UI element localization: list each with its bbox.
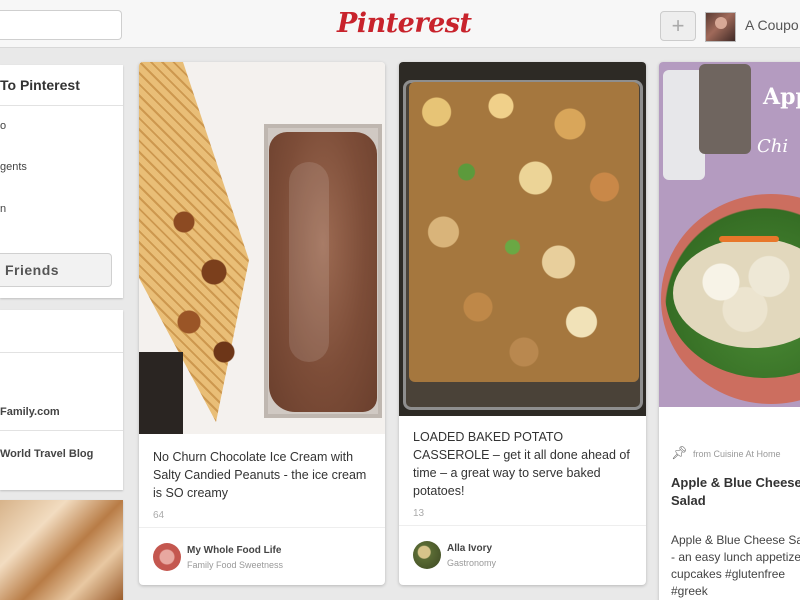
pin-source[interactable]: from Cuisine At Home (693, 449, 781, 459)
divider (399, 525, 646, 526)
user-name-link[interactable]: A Coupo (745, 17, 799, 33)
pin-card[interactable]: LOADED BAKED POTATO CASSEROLE – get it a… (399, 62, 646, 585)
user-avatar[interactable] (705, 12, 736, 42)
search-input[interactable] (0, 10, 122, 40)
divider (0, 430, 123, 431)
pinner-avatar[interactable] (153, 543, 181, 571)
welcome-title: To Pinterest (0, 77, 80, 93)
pin-image-casserole[interactable] (399, 62, 646, 416)
pinner-avatar[interactable] (413, 541, 441, 569)
pushpin-icon: 📌︎ (671, 445, 688, 460)
pin-description: LOADED BAKED POTATO CASSEROLE – get it a… (413, 430, 630, 498)
pin-card[interactable]: Apple Chi 📌︎ from Cuisine At Home Apple … (659, 62, 800, 600)
pin-description: Apple & Blue Cheese Salad - an easy lunc… (671, 533, 800, 598)
pan-graphic (139, 352, 183, 434)
ice-cream-graphic (269, 132, 377, 412)
divider (139, 527, 385, 528)
add-pin-button[interactable]: + (660, 11, 696, 41)
divider (0, 105, 123, 106)
pin-title[interactable]: Apple & Blue Cheese Salad (671, 474, 800, 510)
potatoes-graphic (409, 82, 639, 382)
pin-board-name[interactable]: Family Food Sweetness (187, 560, 283, 570)
divider (0, 352, 123, 353)
pin-image-salad[interactable]: Apple Chi (659, 62, 800, 407)
carrot-garnish-graphic (719, 236, 779, 242)
sidebar-link-family[interactable]: Family.com (0, 406, 60, 418)
pin-card[interactable]: No Churn Chocolate Ice Cream with Salty … (139, 62, 385, 585)
image-overlay-subtitle: Chi (757, 136, 789, 157)
sidebar-item-1[interactable]: o (0, 120, 6, 132)
following-card: Family.com World Travel Blog (0, 310, 123, 490)
pin-stats: 13 (413, 508, 425, 519)
image-overlay-title: Apple (763, 84, 800, 110)
pinterest-logo[interactable]: Pinterest (337, 8, 472, 39)
sidebar-item-2[interactable]: gents (0, 161, 27, 173)
pin-board-name[interactable]: Gastronomy (447, 558, 496, 568)
pin-image-ice-cream[interactable] (139, 62, 385, 434)
top-nav-bar: Pinterest + A Coupo (0, 0, 800, 48)
pin-description: No Churn Chocolate Ice Cream with Salty … (153, 450, 367, 500)
welcome-card: To Pinterest o gents n Friends (0, 65, 123, 298)
sidebar-food-thumbnail[interactable] (0, 500, 123, 600)
sidebar-item-3[interactable]: n (0, 203, 6, 215)
find-friends-button[interactable]: Friends (0, 253, 112, 287)
sidebar-link-travel[interactable]: World Travel Blog (0, 448, 93, 460)
pinner-name[interactable]: My Whole Food Life (187, 545, 281, 556)
pepper-shaker-graphic (699, 64, 751, 154)
pin-stats: 64 (153, 510, 165, 521)
pinner-name[interactable]: Alla Ivory (447, 543, 492, 554)
